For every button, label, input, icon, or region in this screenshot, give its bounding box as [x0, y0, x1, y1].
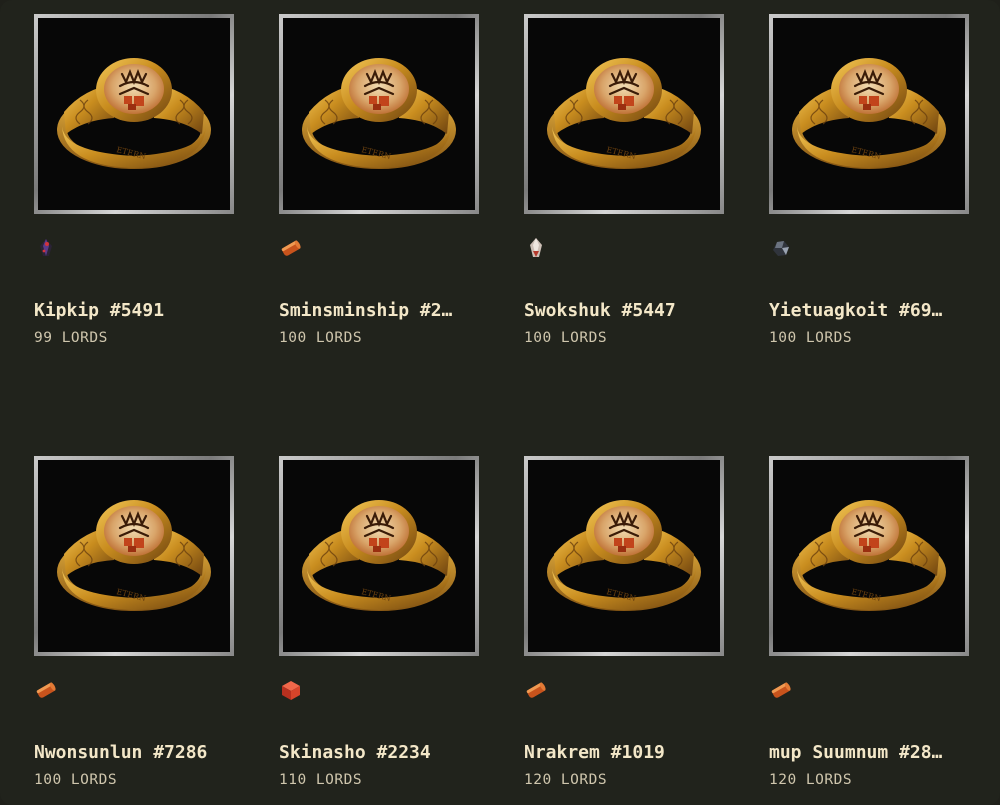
item-name: mup Suumnum #28… — [769, 742, 943, 763]
ring-image: ETERN — [57, 58, 211, 169]
item-price: 110 LORDS — [279, 772, 363, 788]
listing-card[interactable]: ETERN Sminsminship #2… 100 LORDS — [279, 14, 489, 354]
item-thumbnail[interactable]: ETERN — [279, 14, 479, 214]
ore-chunk-icon — [773, 241, 789, 256]
copper-bar-icon — [281, 240, 301, 256]
item-price: 120 LORDS — [769, 772, 853, 788]
ring-image: ETERN — [547, 58, 701, 169]
ring-image: ETERN — [57, 500, 211, 611]
item-thumbnail[interactable]: ETERN — [769, 14, 969, 214]
copper-bar-icon — [36, 682, 56, 698]
item-name: Yietuagkoit #69… — [769, 300, 943, 321]
listing-card[interactable]: ETERN Skinasho #2234 110 LORDS — [279, 456, 489, 796]
listing-card[interactable]: ETERN Nrakrem #1019 120 LORDS — [524, 456, 734, 796]
copper-bar-icon — [771, 682, 791, 698]
pale-gem-icon — [530, 238, 542, 257]
item-thumbnail[interactable]: ETERN — [524, 14, 724, 214]
item-name: Nwonsunlun #7286 — [34, 742, 208, 763]
ring-image: ETERN — [302, 58, 456, 169]
item-thumbnail[interactable]: ETERN — [769, 456, 969, 656]
item-price: 99 LORDS — [34, 330, 108, 346]
listing-card[interactable]: ETERN Nwonsunlun #7286 100 LORDS — [34, 456, 244, 796]
ring-image: ETERN — [792, 58, 946, 169]
ring-image: ETERN — [547, 500, 701, 611]
item-price: 100 LORDS — [34, 772, 118, 788]
item-price: 120 LORDS — [524, 772, 608, 788]
item-name: Skinasho #2234 — [279, 742, 431, 763]
item-name: Kipkip #5491 — [34, 300, 165, 321]
item-price: 100 LORDS — [524, 330, 608, 346]
item-thumbnail[interactable]: ETERN — [279, 456, 479, 656]
listing-card[interactable]: ETERN Swokshuk #5447 100 LORDS — [524, 14, 734, 354]
item-price: 100 LORDS — [769, 330, 853, 346]
item-thumbnail[interactable]: ETERN — [34, 456, 234, 656]
ring-image: ETERN — [792, 500, 946, 611]
ring-image: ETERN — [302, 500, 456, 611]
item-price: 100 LORDS — [279, 330, 363, 346]
item-name: Swokshuk #5447 — [524, 300, 676, 321]
item-name: Sminsminship #2… — [279, 300, 453, 321]
ruby-cube-icon — [282, 681, 300, 700]
listing-card[interactable]: ETERN Kipkip #5491 99 LORDS — [34, 14, 244, 354]
listing-card[interactable]: ETERN Yietuagkoit #69… 100 LORDS — [769, 14, 979, 354]
copper-bar-icon — [526, 682, 546, 698]
item-thumbnail[interactable]: ETERN — [524, 456, 724, 656]
listing-card[interactable]: ETERN mup Suumnum #28… 120 LORDS — [769, 456, 979, 796]
dark-gem-icon — [40, 239, 52, 256]
item-thumbnail[interactable]: ETERN — [34, 14, 234, 214]
listing-grid: ETERN Kipkip #5491 99 LORDS ETERN Sminsm… — [0, 0, 1000, 805]
item-name: Nrakrem #1019 — [524, 742, 665, 763]
